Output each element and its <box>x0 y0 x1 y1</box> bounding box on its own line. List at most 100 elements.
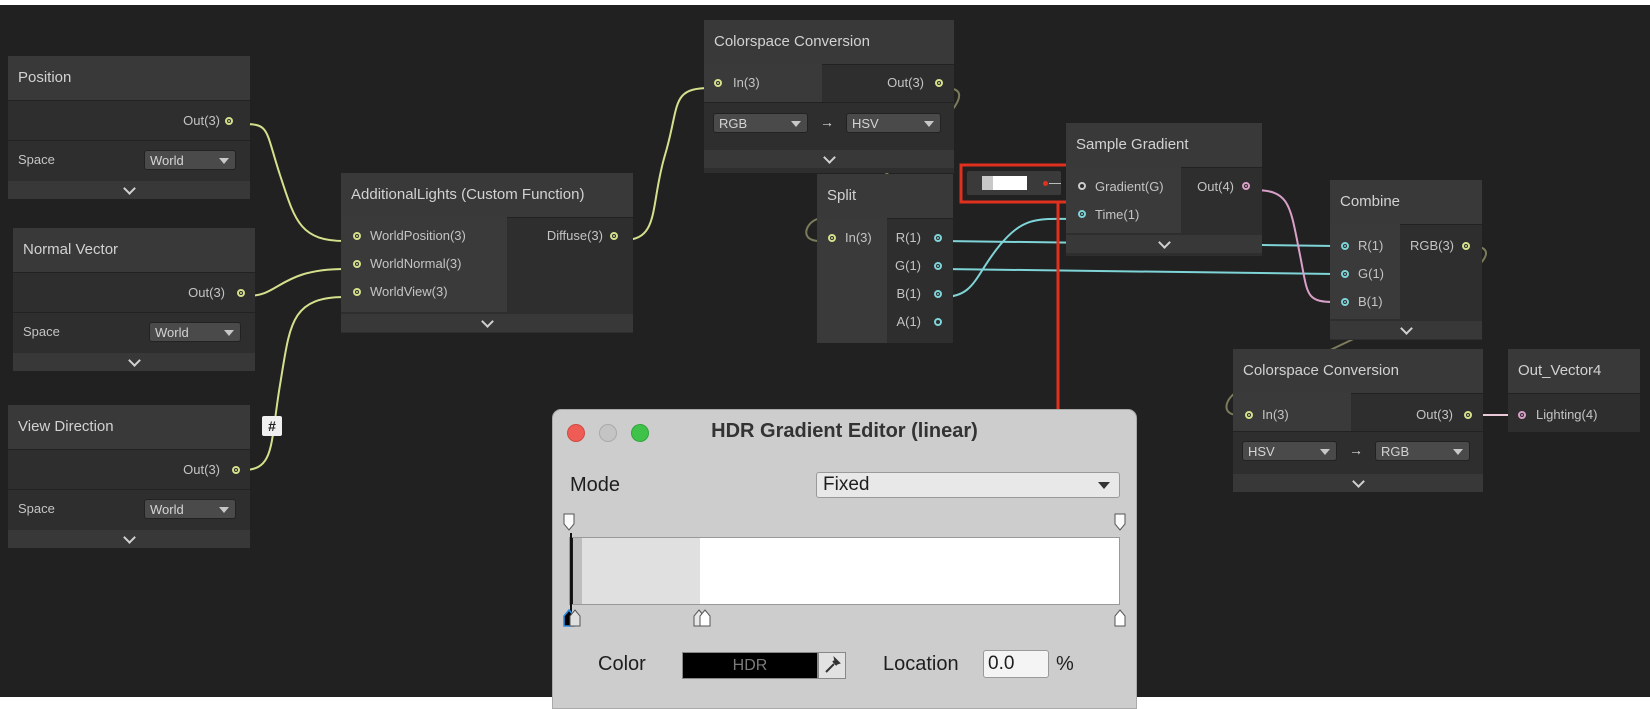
out-label: Out(4) <box>1197 179 1234 194</box>
space-label: Space <box>23 324 60 339</box>
out-label: Out(3) <box>1416 407 1453 422</box>
hdr-gradient-editor-dialog[interactable]: HDR Gradient Editor (linear) Mode Fixed … <box>552 409 1137 709</box>
combine-node[interactable]: Combine R(1) G(1) B(1) RGB(3) <box>1330 180 1482 340</box>
in-label: WorldView(3) <box>370 284 448 299</box>
in-label-r: R(1) <box>1358 238 1384 253</box>
expand-toggle[interactable] <box>704 150 954 168</box>
expand-toggle[interactable] <box>1066 235 1262 253</box>
chevron-down-icon <box>1352 475 1365 488</box>
in-port-lighting[interactable] <box>1518 411 1526 419</box>
in-label: In(3) <box>1262 407 1289 422</box>
space-value: World <box>150 502 184 517</box>
normal-vector-node[interactable]: Normal Vector Out(3) Space World <box>13 228 255 371</box>
in-label: Lighting(4) <box>1536 407 1598 422</box>
out-port[interactable] <box>1242 182 1250 190</box>
chevron-down-icon <box>1098 482 1110 489</box>
chevron-down-icon <box>128 354 141 367</box>
expand-toggle[interactable] <box>1330 321 1482 339</box>
alpha-key-marker-right[interactable] <box>1114 513 1126 531</box>
location-label: Location <box>883 653 959 675</box>
in-port-worldposition[interactable] <box>353 232 361 240</box>
color-key-marker-right[interactable] <box>1114 609 1126 627</box>
alpha-key-marker-left[interactable] <box>563 513 575 531</box>
split-node[interactable]: Split In(3) R(1) G(1) B(1) A(1) <box>817 174 953 343</box>
out-port-b[interactable] <box>934 290 942 298</box>
wire-diffuse <box>623 87 711 241</box>
expand-toggle[interactable] <box>8 530 250 548</box>
node-title: Sample Gradient <box>1066 123 1262 167</box>
chevron-down-icon <box>1158 236 1171 249</box>
out-vector4-node[interactable]: Out_Vector4 Lighting(4) <box>1508 349 1640 432</box>
out-port[interactable] <box>935 79 943 87</box>
to-value: RGB <box>1381 444 1410 459</box>
hash-badge[interactable]: # <box>262 416 282 436</box>
eyedropper-icon <box>825 655 841 673</box>
colorspace-conversion-node-bottom[interactable]: Colorspace Conversion In(3) Out(3) HSV →… <box>1233 349 1483 492</box>
space-label: Space <box>18 152 55 167</box>
dialog-title: HDR Gradient Editor (linear) <box>711 420 978 442</box>
in-port-g[interactable] <box>1341 270 1349 278</box>
gradient-preview-bar[interactable] <box>569 537 1120 605</box>
additional-lights-node[interactable]: AdditionalLights (Custom Function) World… <box>341 173 633 333</box>
space-value: World <box>155 325 189 340</box>
connection-dot-icon <box>1043 181 1048 186</box>
in-port-worldnormal[interactable] <box>353 260 361 268</box>
from-colorspace-dropdown[interactable]: HSV <box>1242 441 1337 461</box>
out-label-g: G(1) <box>895 258 921 273</box>
dropdown-arrow-icon <box>1320 449 1330 455</box>
color-key-marker[interactable] <box>569 609 581 627</box>
eyedropper-button[interactable] <box>818 652 846 679</box>
expand-toggle[interactable] <box>8 181 250 199</box>
out-port-r[interactable] <box>934 234 942 242</box>
chevron-down-icon <box>123 531 136 544</box>
out-port-a[interactable] <box>934 318 942 326</box>
view-direction-node[interactable]: View Direction Out(3) Space World <box>8 405 250 548</box>
to-colorspace-dropdown[interactable]: RGB <box>1375 441 1470 461</box>
color-key-marker[interactable] <box>699 609 711 627</box>
expand-toggle[interactable] <box>1233 474 1483 492</box>
out-port-label: Out(3) <box>188 285 225 300</box>
location-input[interactable]: 0.0 <box>983 650 1049 678</box>
space-dropdown[interactable]: World <box>149 322 241 342</box>
position-node[interactable]: Position Out(3) Space World <box>8 56 250 199</box>
out-port[interactable] <box>225 117 233 125</box>
in-label: Time(1) <box>1095 207 1140 222</box>
out-port-g[interactable] <box>934 262 942 270</box>
arrow-right-icon: → <box>820 114 834 130</box>
in-port-gradient[interactable] <box>1078 182 1086 190</box>
space-dropdown[interactable]: World <box>144 499 236 519</box>
in-label: WorldPosition(3) <box>370 228 466 243</box>
sample-gradient-node[interactable]: Sample Gradient Gradient(G) Time(1) Out(… <box>1066 123 1262 256</box>
from-value: RGB <box>719 116 748 131</box>
space-dropdown[interactable]: World <box>144 150 236 170</box>
in-port-time[interactable] <box>1078 210 1086 218</box>
expand-toggle[interactable] <box>13 353 255 371</box>
expand-toggle[interactable] <box>341 314 633 332</box>
colorspace-conversion-node-top[interactable]: Colorspace Conversion In(3) Out(3) RGB →… <box>704 20 954 173</box>
in-port[interactable] <box>714 79 722 87</box>
chevron-down-icon <box>823 151 836 164</box>
gradient-field[interactable] <box>967 171 1061 195</box>
to-colorspace-dropdown[interactable]: HSV <box>846 113 941 133</box>
out-label: Out(3) <box>887 75 924 90</box>
in-port[interactable] <box>828 234 836 242</box>
from-colorspace-dropdown[interactable]: RGB <box>713 113 808 133</box>
out-label-b: B(1) <box>896 286 921 301</box>
wire-view <box>242 296 346 471</box>
in-label-g: G(1) <box>1358 266 1384 281</box>
out-port-diffuse[interactable] <box>610 232 618 240</box>
mode-dropdown[interactable]: Fixed <box>816 472 1120 498</box>
in-port[interactable] <box>1245 411 1253 419</box>
out-port[interactable] <box>1464 411 1472 419</box>
out-port[interactable] <box>232 466 240 474</box>
gradient-preview <box>982 176 1027 190</box>
in-port-b[interactable] <box>1341 298 1349 306</box>
node-title: AdditionalLights (Custom Function) <box>341 173 633 217</box>
node-title: Out_Vector4 <box>1508 349 1640 393</box>
in-port-r[interactable] <box>1341 242 1349 250</box>
input-panel <box>1066 167 1181 233</box>
hdr-color-field[interactable]: HDR <box>682 652 818 679</box>
in-port-worldview[interactable] <box>353 288 361 296</box>
out-port[interactable] <box>237 289 245 297</box>
out-port[interactable] <box>1462 242 1470 250</box>
